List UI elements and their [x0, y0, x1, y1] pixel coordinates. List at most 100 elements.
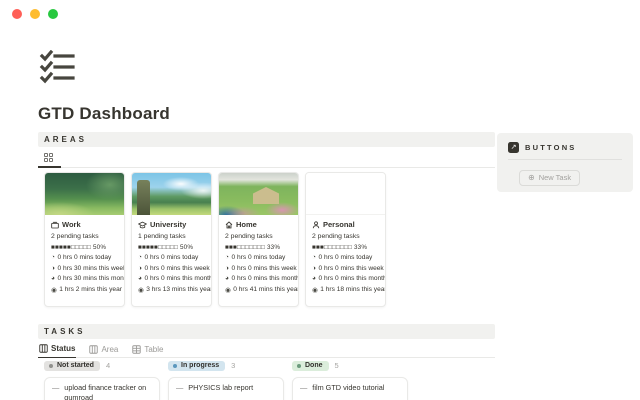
tab-area[interactable]: Area	[88, 345, 119, 358]
harvey-ball-icon: ◑	[51, 265, 55, 272]
task-card[interactable]: — upload finance tracker on gumroad	[44, 377, 160, 400]
progress-bar: ■■■■■□□□□□ 50%	[51, 244, 118, 251]
board-icon	[39, 344, 48, 353]
progress-bar: ■■■□□□□□□□ 33%	[312, 244, 379, 251]
stat-year: 0 hrs 41 mins this year	[233, 286, 299, 293]
graduation-cap-icon	[138, 221, 147, 229]
minimize-button[interactable]	[30, 9, 40, 19]
area-card-university[interactable]: University 1 pending tasks ■■■■■□□□□□ 50…	[131, 172, 212, 307]
card-cover-image	[219, 173, 298, 215]
window-controls	[12, 9, 58, 19]
stat-week: 0 hrs 0 mins this week	[144, 265, 209, 272]
notion-window: GTD Dashboard AREAS Work 2 pending tasks…	[0, 0, 640, 400]
stat-today: 0 hrs 0 mins today	[144, 254, 198, 261]
card-cover-image	[132, 173, 211, 215]
stat-today: 0 hrs 0 mins today	[57, 254, 111, 261]
tab-label: Status	[51, 344, 75, 353]
kanban-column-in-progress: In progress 3 — PHYSICS lab report	[168, 359, 284, 400]
tasks-board: Not started 4 — upload finance tracker o…	[44, 359, 408, 400]
close-button[interactable]	[12, 9, 22, 19]
column-count: 3	[231, 361, 235, 370]
page-title: GTD Dashboard	[38, 104, 170, 124]
stat-week: 0 hrs 0 mins this week	[231, 265, 296, 272]
stat-today: 0 hrs 0 mins today	[231, 254, 285, 261]
areas-view-tabs	[38, 151, 495, 168]
harvey-ball-icon: ◉	[51, 286, 57, 294]
stat-month: 0 hrs 30 mins this month	[57, 275, 125, 282]
harvey-ball-icon: ◑	[312, 265, 316, 272]
divider	[508, 159, 622, 160]
status-dot-icon	[173, 364, 177, 368]
column-count: 4	[106, 361, 110, 370]
stat-month: 0 hrs 0 mins this month	[318, 275, 386, 282]
table-icon	[132, 345, 141, 354]
status-label: In progress	[181, 362, 219, 369]
briefcase-icon	[51, 221, 59, 229]
harvey-ball-icon: ◑	[225, 265, 229, 272]
new-task-label: New Task	[539, 173, 571, 182]
board-icon	[89, 345, 98, 354]
pending-tasks: 2 pending tasks	[312, 233, 379, 240]
buttons-panel-title: BUTTONS	[525, 143, 577, 152]
status-badge[interactable]: In progress	[168, 361, 225, 371]
tasks-view-tabs: Status Area Table	[38, 341, 495, 358]
person-icon	[312, 221, 320, 229]
dash-icon: —	[176, 383, 183, 393]
tab-table[interactable]: Table	[131, 345, 164, 358]
card-title: Personal	[323, 220, 355, 229]
stat-week: 0 hrs 0 mins this week	[318, 265, 383, 272]
stat-month: 0 hrs 0 mins this month	[231, 275, 299, 282]
areas-section-header: AREAS	[38, 132, 495, 147]
status-dot-icon	[297, 364, 301, 368]
harvey-ball-icon: ◔	[225, 254, 229, 261]
harvey-ball-icon: ◉	[312, 286, 318, 294]
harvey-ball-icon: ◕	[138, 275, 142, 282]
harvey-ball-icon: ◕	[312, 275, 316, 282]
area-card-personal[interactable]: Personal 2 pending tasks ■■■□□□□□□□ 33% …	[305, 172, 386, 307]
task-card[interactable]: — film GTD video tutorial	[292, 377, 408, 400]
areas-gallery: Work 2 pending tasks ■■■■■□□□□□ 50% ◔0 h…	[44, 172, 386, 307]
harvey-ball-icon: ◔	[138, 254, 142, 261]
tab-label: Table	[144, 345, 163, 354]
new-task-button[interactable]: ⊕ New Task	[519, 170, 580, 186]
area-card-home[interactable]: Home 2 pending tasks ■■■□□□□□□□ 33% ◔0 h…	[218, 172, 299, 307]
card-cover-image	[306, 173, 385, 215]
harvey-ball-icon: ◉	[225, 286, 231, 294]
harvey-ball-icon: ◑	[138, 265, 142, 272]
checklist-icon[interactable]	[39, 50, 77, 89]
stat-week: 0 hrs 30 mins this week	[57, 265, 125, 272]
gallery-grid-icon	[44, 153, 53, 162]
harvey-ball-icon: ◉	[138, 286, 144, 294]
task-card[interactable]: — PHYSICS lab report	[168, 377, 284, 400]
pending-tasks: 2 pending tasks	[51, 233, 118, 240]
tab-label: Area	[101, 345, 118, 354]
harvey-ball-icon: ◕	[225, 275, 229, 282]
stat-today: 0 hrs 0 mins today	[318, 254, 372, 261]
pending-tasks: 1 pending tasks	[138, 233, 205, 240]
harvey-ball-icon: ◔	[51, 254, 55, 261]
dash-icon: —	[300, 383, 307, 393]
harvey-ball-icon: ◕	[51, 275, 55, 282]
area-card-work[interactable]: Work 2 pending tasks ■■■■■□□□□□ 50% ◔0 h…	[44, 172, 125, 307]
tab-status[interactable]: Status	[38, 344, 76, 358]
task-title: PHYSICS lab report	[188, 383, 253, 393]
stat-year: 1 hrs 2 mins this year	[59, 286, 122, 293]
kanban-column-not-started: Not started 4 — upload finance tracker o…	[44, 359, 160, 400]
stat-year: 1 hrs 18 mins this year	[320, 286, 386, 293]
tasks-section-header: TASKS	[38, 324, 495, 339]
house-icon	[225, 221, 233, 229]
zoom-button[interactable]	[48, 9, 58, 19]
card-title: Work	[62, 220, 81, 229]
stat-month: 0 hrs 0 mins this month	[144, 275, 212, 282]
task-title: film GTD video tutorial	[312, 383, 384, 393]
status-label: Not started	[57, 362, 94, 369]
kanban-column-done: Done 5 — film GTD video tutorial	[292, 359, 408, 400]
card-title: University	[150, 220, 186, 229]
gallery-view-tab[interactable]	[38, 153, 61, 168]
status-badge[interactable]: Not started	[44, 361, 100, 371]
card-title: Home	[236, 220, 257, 229]
status-dot-icon	[49, 364, 53, 368]
dash-icon: —	[52, 383, 59, 393]
status-badge[interactable]: Done	[292, 361, 329, 371]
pending-tasks: 2 pending tasks	[225, 233, 292, 240]
